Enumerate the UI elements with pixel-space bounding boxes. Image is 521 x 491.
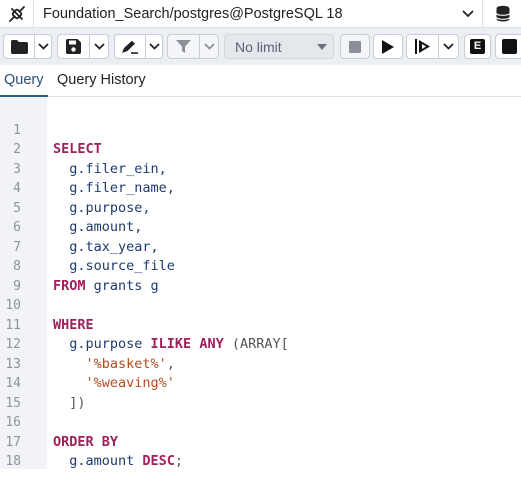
explain-analyze-icon (496, 35, 521, 58)
code-line: 4 g.purpose, (0, 160, 521, 216)
chevron-down-icon[interactable] (438, 35, 458, 58)
chevron-down-icon[interactable] (145, 35, 162, 58)
caret-down-icon (311, 43, 333, 50)
sql-keyword: DESC (142, 453, 175, 469)
chevron-down-icon (456, 0, 480, 27)
open-file-button[interactable] (3, 34, 52, 59)
code-line: 8 FROM grants g (0, 238, 521, 294)
code-line: 3 g.filer_name, (0, 140, 521, 197)
connection-label: Foundation_Search/postgres@PostgreSQL 18 (43, 5, 343, 22)
code-line: 12 '%basket%', (0, 316, 521, 372)
filter-button[interactable] (167, 34, 219, 59)
pen-icon (115, 35, 145, 58)
code-line: 5 g.amount, (0, 179, 521, 236)
chevron-down-icon[interactable] (199, 35, 218, 58)
explain-icon: E (465, 35, 490, 58)
edit-button[interactable] (114, 34, 163, 59)
tab-query[interactable]: Query (0, 66, 47, 97)
code-line: 18 (0, 433, 521, 469)
sql-editor[interactable]: 1 SELECT 2 g.filer_ein, 3 g.filer_name, … (0, 97, 521, 469)
chevron-down-icon[interactable] (34, 35, 51, 58)
connection-select[interactable]: Foundation_Search/postgres@PostgreSQL 18 (34, 0, 480, 27)
code-line: 9 (0, 257, 521, 294)
connection-status-icon[interactable] (0, 0, 34, 27)
sql-semicolon: ; (174, 453, 184, 469)
row-limit-value: No limit (235, 38, 282, 55)
code-line: 10 WHERE (0, 277, 521, 333)
tab-query-history[interactable]: Query History (57, 66, 146, 96)
database-icon[interactable] (482, 0, 521, 27)
code-line: 17 g.amount DESC; (0, 413, 521, 470)
code-line: 7 g.source_file (0, 218, 521, 275)
execute-script-icon (407, 35, 438, 58)
save-button[interactable] (57, 34, 109, 59)
code-line: 6 g.tax_year, (0, 199, 521, 255)
execute-script-button[interactable] (406, 34, 459, 59)
explain-letter: E (470, 39, 485, 54)
connection-bar: Foundation_Search/postgres@PostgreSQL 18 (0, 0, 521, 28)
folder-icon (4, 35, 34, 58)
explain-analyze-button[interactable] (495, 34, 521, 59)
code-line: 16 ORDER BY (0, 394, 521, 450)
code-line: 1 SELECT (0, 101, 521, 158)
execute-button[interactable] (373, 34, 403, 59)
play-icon (374, 35, 402, 58)
code-line: 14 ]) (0, 355, 521, 411)
query-toolbar: No limit E (0, 28, 521, 65)
sql-column: g.amount (53, 453, 143, 469)
code-line: 2 g.filer_ein, (0, 121, 521, 177)
code-line: 11 g.purpose ILIKE ANY (ARRAY[ (0, 296, 521, 353)
stop-button[interactable] (340, 34, 370, 59)
save-icon (58, 35, 89, 58)
code-line: 13 '%weaving%' (0, 335, 521, 392)
chevron-down-icon[interactable] (89, 35, 108, 58)
row-limit-select[interactable]: No limit (224, 34, 334, 59)
editor-tabs: Query Query History (0, 66, 521, 97)
code-line: 15 (0, 374, 521, 411)
explain-button[interactable]: E (464, 34, 491, 59)
filter-icon (168, 35, 199, 58)
stop-icon (341, 35, 369, 58)
